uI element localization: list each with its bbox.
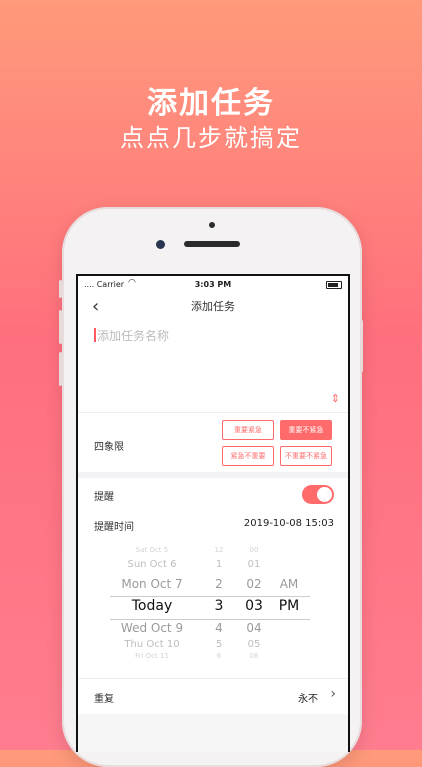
reminder-time-value: 2019-10-08 15:03 xyxy=(243,518,334,529)
picker-row: Fri Oct 11 6 06 xyxy=(78,652,348,670)
picker-hour[interactable]: 5 xyxy=(206,639,232,650)
picker-minute[interactable]: 04 xyxy=(238,621,270,635)
picker-date-selected[interactable]: Today xyxy=(108,598,196,614)
quadrant-option-important-urgent[interactable]: 重要紧急 xyxy=(222,420,274,440)
task-name-placeholder: 添加任务名称 xyxy=(97,329,170,343)
page-title: 添加任务 xyxy=(191,300,235,313)
quadrant-label: 四象限 xyxy=(94,442,124,453)
bottom-area xyxy=(78,714,348,752)
hero-title: 添加任务 xyxy=(147,86,275,121)
picker-ampm-selected[interactable]: PM xyxy=(274,598,304,614)
volume-down-button xyxy=(59,352,62,386)
earpiece-speaker xyxy=(184,241,240,247)
picker-row: Wed Oct 9 4 04 xyxy=(78,621,348,639)
front-camera xyxy=(156,240,165,249)
battery-icon xyxy=(326,281,342,289)
repeat-label: 重复 xyxy=(94,694,114,705)
picker-hour[interactable]: 4 xyxy=(206,621,232,635)
picker-row: Mon Oct 7 2 02 AM xyxy=(78,577,348,595)
side-button xyxy=(59,280,62,298)
picker-date[interactable]: Thu Oct 10 xyxy=(108,639,196,650)
status-bar: .... Carrier ◠ 3:03 PM xyxy=(78,276,348,294)
resize-handle-icon[interactable]: ⇕ xyxy=(331,392,340,405)
hero-subtitle: 点点几步就搞定 xyxy=(120,124,302,152)
quadrant-option-important-not-urgent[interactable]: 重要不紧急 xyxy=(280,420,332,440)
reminder-toggle[interactable] xyxy=(302,485,334,504)
picker-date[interactable]: Sat Oct 5 xyxy=(108,546,196,554)
picker-hour-selected[interactable]: 3 xyxy=(206,598,232,614)
picker-minute[interactable]: 00 xyxy=(238,546,270,554)
chevron-right-icon: › xyxy=(330,686,336,702)
reminder-time-label: 提醒时间 xyxy=(94,522,134,533)
picker-hour[interactable]: 1 xyxy=(206,559,232,570)
navigation-bar: ‹ 添加任务 xyxy=(78,294,348,320)
section-gap xyxy=(78,472,348,478)
picker-hour[interactable]: 2 xyxy=(206,577,232,591)
picker-minute[interactable]: 06 xyxy=(238,652,270,660)
picker-minute[interactable]: 02 xyxy=(238,577,270,591)
quadrant-option-urgent-not-important[interactable]: 紧急不重要 xyxy=(222,446,274,466)
date-time-picker[interactable]: Sat Oct 5 12 00 Sun Oct 6 1 01 Mon Oct 7… xyxy=(78,544,348,664)
toggle-knob xyxy=(317,487,332,502)
sensor-dot xyxy=(209,222,215,228)
reminder-row: 提醒 xyxy=(78,479,348,509)
task-name-input[interactable]: 添加任务名称 ⇕ xyxy=(78,320,348,412)
reminder-time-row[interactable]: 提醒时间 2019-10-08 15:03 xyxy=(78,512,348,536)
picker-hour[interactable]: 6 xyxy=(206,652,232,660)
picker-minute[interactable]: 05 xyxy=(238,639,270,650)
reminder-label: 提醒 xyxy=(94,492,114,503)
picker-date[interactable]: Sun Oct 6 xyxy=(108,559,196,570)
picker-date[interactable]: Fri Oct 11 xyxy=(108,652,196,660)
picker-date[interactable]: Mon Oct 7 xyxy=(108,577,196,591)
power-button xyxy=(360,320,363,372)
picker-ampm[interactable]: AM xyxy=(274,577,304,591)
picker-date[interactable]: Wed Oct 9 xyxy=(108,621,196,635)
repeat-value: 永不 xyxy=(298,694,318,705)
picker-minute[interactable]: 01 xyxy=(238,559,270,570)
status-time: 3:03 PM xyxy=(194,280,232,289)
volume-up-button xyxy=(59,310,62,344)
quadrant-section: 四象限 重要紧急 重要不紧急 紧急不重要 不重要不紧急 xyxy=(78,412,348,472)
picker-hour[interactable]: 12 xyxy=(206,546,232,554)
picker-row-selected: Today 3 03 PM xyxy=(78,598,348,616)
repeat-row[interactable]: 重复 永不 › xyxy=(78,678,348,714)
picker-minute-selected[interactable]: 03 xyxy=(238,598,270,614)
picker-row: Sun Oct 6 1 01 xyxy=(78,559,348,577)
text-cursor xyxy=(94,328,96,342)
app-screen: .... Carrier ◠ 3:03 PM ‹ 添加任务 添加任务名称 ⇕ 四… xyxy=(76,274,350,752)
quadrant-option-not-important-not-urgent[interactable]: 不重要不紧急 xyxy=(280,446,332,466)
